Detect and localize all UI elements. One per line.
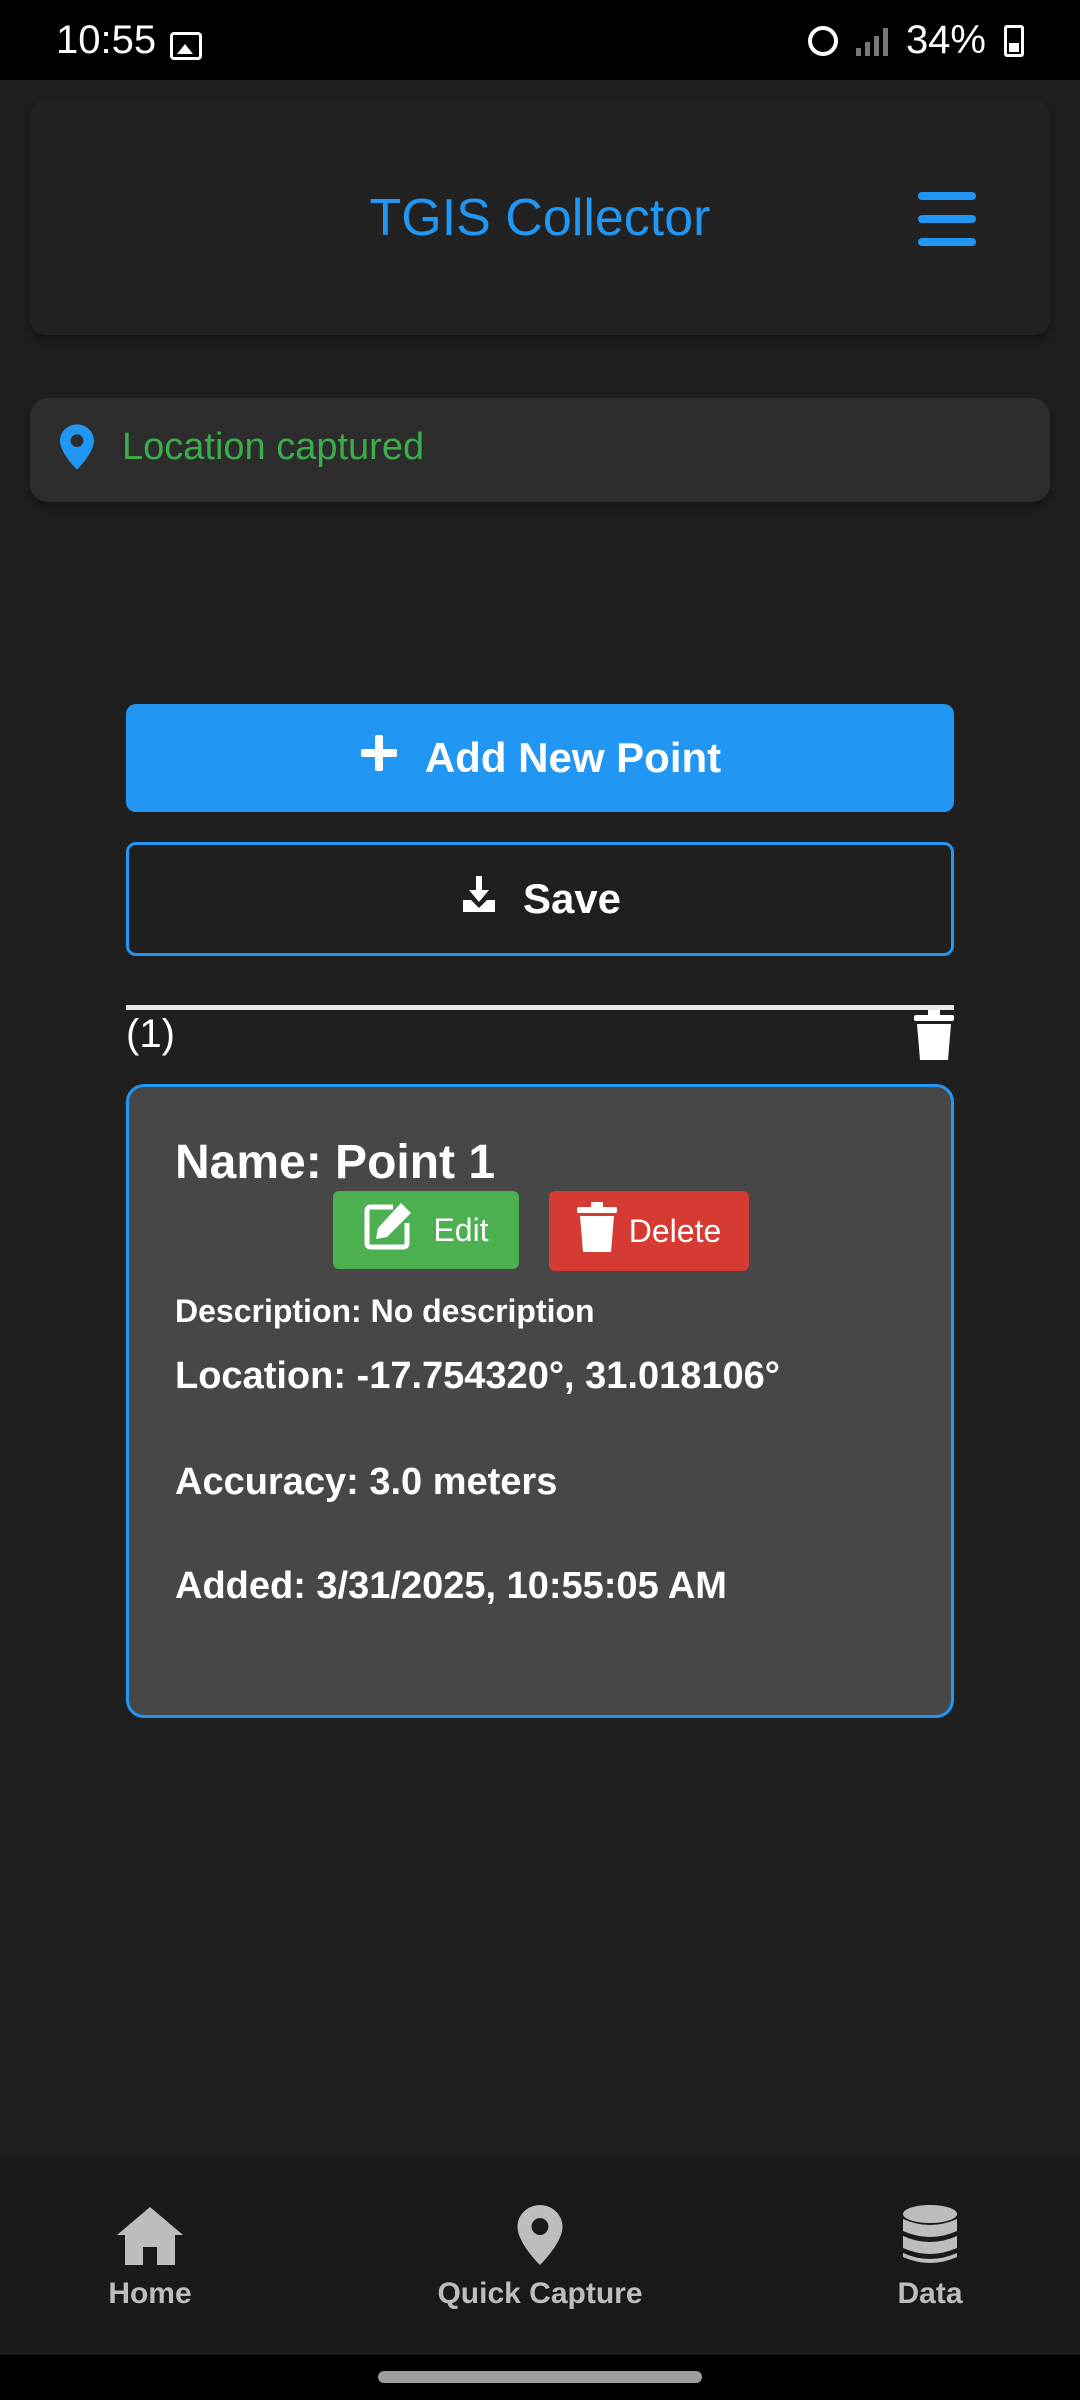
home-icon [70,2195,230,2265]
add-new-point-label: Add New Point [424,734,722,781]
nav-quick-capture[interactable]: Quick Capture [420,2195,660,2311]
signal-icon [855,26,888,56]
plus-icon [359,733,399,783]
app-header: TGIS Collector [30,100,1050,335]
nav-home[interactable]: Home [70,2195,230,2311]
bottom-navigation: Home Quick Capture Data [0,2155,1080,2355]
point-location: Location: -17.754320°, 31.018106° [175,1355,780,1397]
point-count: (1) [126,1012,175,1056]
battery-percent: 34% [905,18,986,62]
edit-button[interactable]: Edit [333,1191,519,1269]
home-indicator[interactable] [378,2371,702,2383]
battery-icon [1004,24,1024,57]
nav-home-label: Home [108,2277,192,2310]
status-time: 10:55 [56,18,157,62]
map-pin-icon [60,424,94,475]
nav-data[interactable]: Data [860,2195,1000,2311]
save-label: Save [522,875,622,922]
location-status-text: Location captured [122,426,425,468]
status-icons: 34% [807,18,1024,63]
edit-label: Edit [433,1211,489,1248]
edit-icon [363,1201,413,1259]
save-button[interactable]: Save [126,842,954,956]
status-bar: 10:55 34% [0,0,1080,80]
nav-quick-capture-label: Quick Capture [437,2277,643,2310]
download-icon [459,874,499,924]
point-description: Description: No description [175,1293,595,1329]
menu-icon[interactable] [918,192,976,246]
point-card: Name: Point 1 Edit Delete Description: N… [126,1084,954,1718]
alarm-icon [807,25,838,56]
trash-icon [576,1202,617,1260]
map-marker-icon [420,2195,660,2265]
delete-button[interactable]: Delete [549,1191,749,1271]
point-name: Name: Point 1 [175,1136,496,1189]
database-icon [860,2195,1000,2265]
nav-data-label: Data [897,2277,963,2310]
location-status-banner: Location captured [30,398,1050,502]
point-added: Added: 3/31/2025, 10:55:05 AM [175,1565,727,1607]
list-divider [126,1005,954,1010]
gallery-icon [170,32,202,60]
add-new-point-button[interactable]: Add New Point [126,704,954,812]
delete-all-icon[interactable] [914,1010,954,1065]
app-title: TGIS Collector [369,189,711,247]
delete-label: Delete [628,1212,722,1249]
point-accuracy: Accuracy: 3.0 meters [175,1461,558,1503]
